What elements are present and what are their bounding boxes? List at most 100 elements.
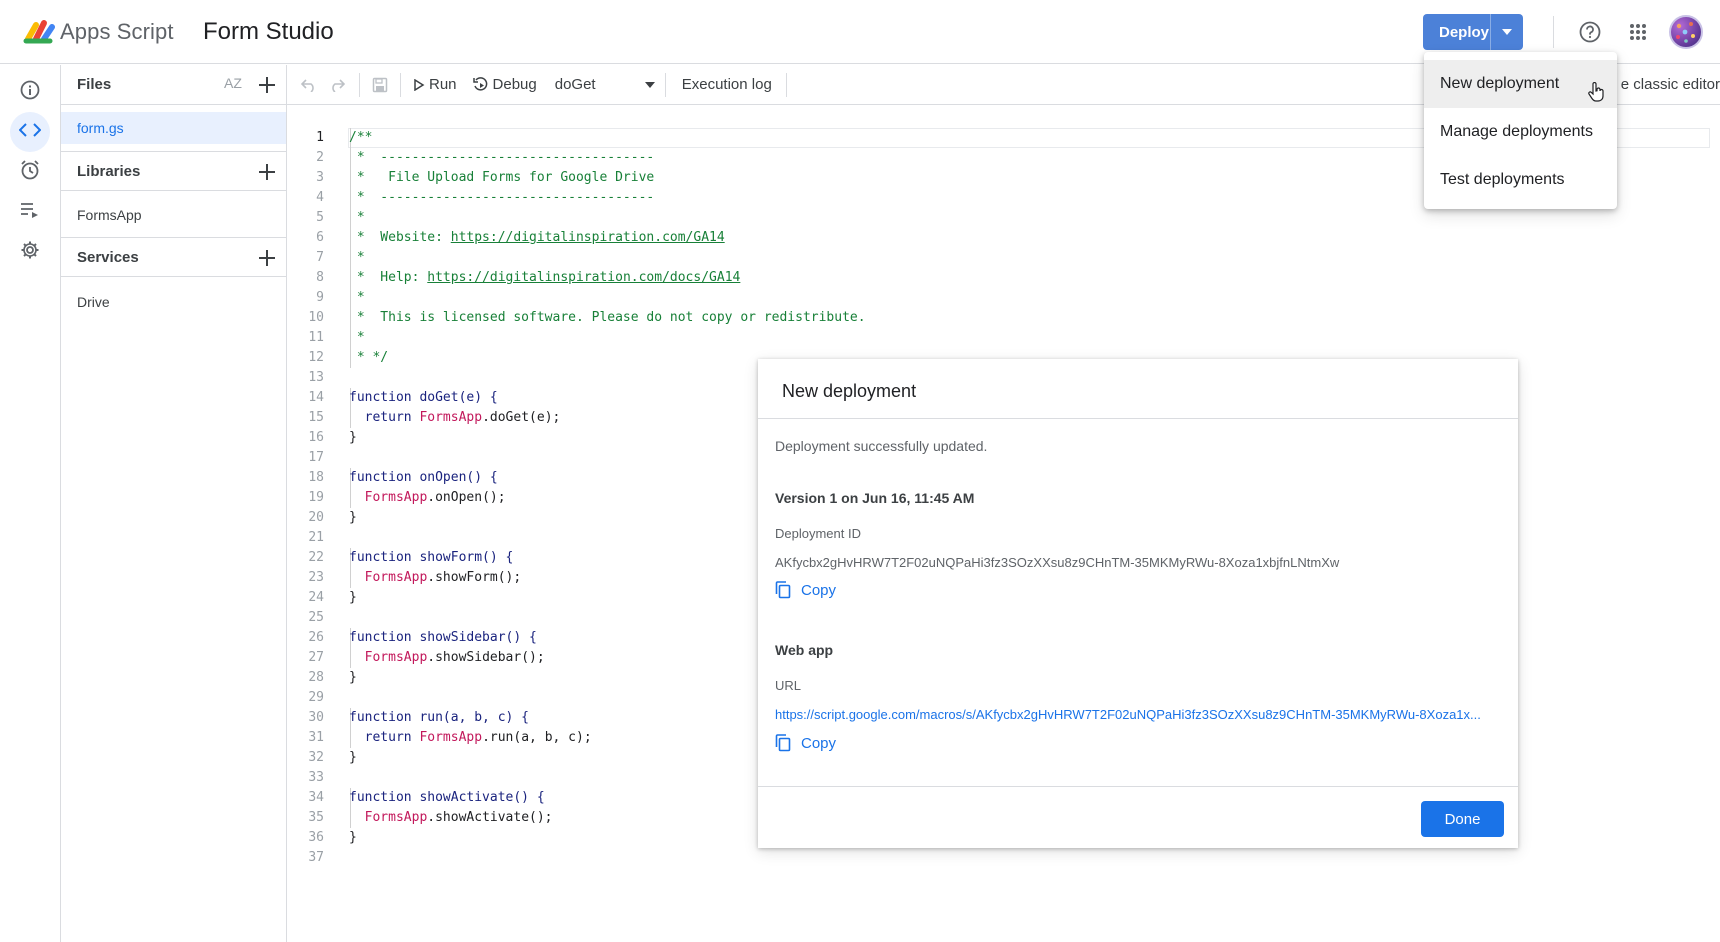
overview-button[interactable] xyxy=(10,72,50,112)
help-link[interactable]: https://digitalinspiration.com/docs/GA14 xyxy=(427,270,740,285)
copy-label: Copy xyxy=(801,581,837,599)
toolbar-divider xyxy=(785,72,787,97)
services-title: Services xyxy=(77,249,139,266)
deploy-button[interactable]: Deploy xyxy=(1423,14,1523,50)
menu-item-new-deployment[interactable]: New deployment xyxy=(1424,60,1617,108)
menu-item-label: Test deployments xyxy=(1440,171,1565,188)
website-link[interactable]: https://digitalinspiration.com/GA14 xyxy=(451,230,725,245)
dialog-divider xyxy=(758,786,1518,787)
menu-item-test-deployments[interactable]: Test deployments xyxy=(1424,156,1617,204)
code-line: } xyxy=(349,750,357,765)
caret-down-icon[interactable] xyxy=(1491,29,1523,35)
code-line: function onOpen() { xyxy=(349,470,498,485)
copy-url-button[interactable]: Copy xyxy=(775,734,836,752)
line-number: 9 xyxy=(316,290,324,305)
library-item-formsapp[interactable]: FormsApp xyxy=(61,199,286,231)
project-title[interactable]: Form Studio xyxy=(203,18,334,46)
code-line: * This is licensed software. Please do n… xyxy=(349,310,866,325)
apps-script-logo[interactable] xyxy=(22,17,56,47)
execution-log-button[interactable]: Execution log xyxy=(682,76,772,93)
line-number: 16 xyxy=(308,430,324,445)
caret-down-icon xyxy=(644,81,655,88)
function-select-value: doGet xyxy=(554,76,596,93)
line-number: 5 xyxy=(316,210,324,225)
done-button[interactable]: Done xyxy=(1421,801,1504,837)
line-number: 4 xyxy=(316,190,324,205)
file-item-form-gs[interactable]: form.gs xyxy=(61,112,286,144)
code-line: FormsApp.showSidebar(); xyxy=(349,648,545,668)
settings-button[interactable] xyxy=(10,232,50,272)
code-line: } xyxy=(349,430,357,445)
code-object: FormsApp xyxy=(419,730,483,745)
web-app-heading: Web app xyxy=(775,642,834,658)
code-line: } xyxy=(349,830,357,845)
code-line: * ----------------------------------- xyxy=(349,190,655,205)
libraries-title: Libraries xyxy=(77,163,141,180)
line-number: 28 xyxy=(308,670,324,685)
code-line: FormsApp.showForm(); xyxy=(349,568,522,588)
line-number: 32 xyxy=(308,750,324,765)
line-number: 33 xyxy=(308,770,324,785)
add-service-icon[interactable] xyxy=(255,246,279,270)
left-navigation-rail xyxy=(0,65,61,942)
code-text: .run(a, b, c); xyxy=(482,730,592,745)
debug-label: Debug xyxy=(492,76,537,93)
save-icon[interactable] xyxy=(370,75,390,95)
line-number: 22 xyxy=(308,550,324,565)
code-line: * xyxy=(349,250,365,265)
web-app-url-link[interactable]: https://script.google.com/macros/s/AKfyc… xyxy=(775,707,1503,722)
function-select[interactable]: doGet xyxy=(555,76,655,93)
line-number: 10 xyxy=(308,310,324,325)
code-line: * File Upload Forms for Google Drive xyxy=(349,170,655,185)
code-text: .doGet(e); xyxy=(482,410,561,425)
line-number: 27 xyxy=(308,650,324,665)
run-label: Run xyxy=(429,76,457,93)
line-number: 6 xyxy=(316,230,324,245)
executions-button[interactable] xyxy=(10,192,50,232)
undo-icon[interactable] xyxy=(299,75,319,95)
line-number: 19 xyxy=(308,490,324,505)
code-line: function run(a, b, c) { xyxy=(349,710,530,725)
line-number: 14 xyxy=(308,390,324,405)
run-button[interactable]: Run xyxy=(413,76,457,93)
code-line: * Website: https://digitalinspiration.co… xyxy=(349,228,725,248)
sort-az-icon[interactable]: AZ xyxy=(224,75,242,91)
line-number: 30 xyxy=(308,710,324,725)
copy-icon xyxy=(775,734,791,752)
copy-label: Copy xyxy=(801,734,837,752)
line-number: 26 xyxy=(308,630,324,645)
apps-grid-icon[interactable] xyxy=(1626,20,1650,44)
toolbar-divider xyxy=(664,72,666,97)
code-line: FormsApp.showActivate(); xyxy=(349,808,553,828)
dialog-divider xyxy=(758,418,1518,419)
code-text: * Help: xyxy=(349,270,428,285)
code-line: /** xyxy=(349,130,373,145)
line-number: 34 xyxy=(308,790,324,805)
deployment-status-text: Deployment successfully updated. xyxy=(775,438,988,454)
copy-deployment-id-button[interactable]: Copy xyxy=(775,581,836,599)
deployment-id-value[interactable]: AKfycbx2gHvHRW7T2F02uNQPaHi3fz3SOzXXsu8z… xyxy=(775,555,1339,570)
editor-button[interactable] xyxy=(10,112,50,152)
libraries-header: Libraries xyxy=(61,151,287,191)
code-line: FormsApp.onOpen(); xyxy=(349,488,506,508)
services-header: Services xyxy=(61,237,287,277)
use-classic-editor-button[interactable]: e classic editor xyxy=(1621,76,1720,93)
triggers-button[interactable] xyxy=(10,152,50,192)
line-number: 1 xyxy=(316,130,324,145)
code-line: * xyxy=(349,210,365,225)
code-line: * ----------------------------------- xyxy=(349,150,655,165)
avatar[interactable] xyxy=(1669,15,1703,49)
code-text: * Website: xyxy=(349,230,451,245)
debug-button[interactable]: Debug xyxy=(472,76,537,93)
add-library-icon[interactable] xyxy=(255,160,279,184)
service-item-drive[interactable]: Drive xyxy=(61,286,286,318)
dialog-title: New deployment xyxy=(782,381,917,401)
menu-item-manage-deployments[interactable]: Manage deployments xyxy=(1424,108,1617,156)
add-file-icon[interactable] xyxy=(255,73,279,97)
code-line: * */ xyxy=(349,350,389,365)
code-object: FormsApp xyxy=(419,410,483,425)
help-icon[interactable] xyxy=(1578,20,1602,44)
code-line: * xyxy=(349,290,365,305)
redo-icon[interactable] xyxy=(327,75,347,95)
line-number: 3 xyxy=(316,170,324,185)
